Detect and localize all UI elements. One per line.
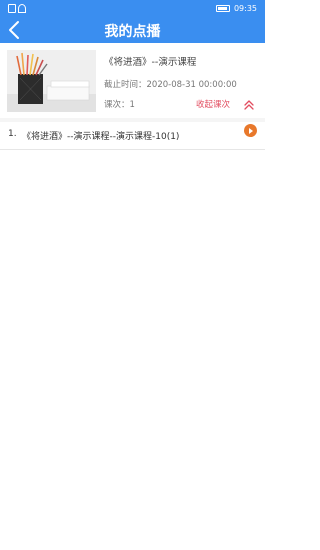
course-card[interactable]: 《将进酒》--演示课程 截止时间：2020-08-31 00:00:00 课次：… bbox=[0, 43, 265, 118]
lesson-title: 《将进酒》--演示课程--演示课程-10(1) bbox=[22, 132, 180, 142]
status-right: 09:35 bbox=[215, 4, 257, 13]
page-title: 我的点播 bbox=[104, 24, 161, 40]
lesson-count: 课次：1 bbox=[104, 100, 135, 110]
battery-icon bbox=[215, 5, 230, 12]
status-time: 09:35 bbox=[233, 4, 257, 13]
course-thumbnail bbox=[7, 50, 96, 112]
double-chevron-up-icon[interactable] bbox=[243, 96, 255, 110]
status-bar: 09:35 bbox=[0, 0, 265, 18]
play-icon[interactable] bbox=[244, 124, 257, 137]
wifi-icon bbox=[18, 4, 26, 13]
course-title: 《将进酒》--演示课程 bbox=[104, 57, 197, 68]
lesson-item[interactable]: 1. 《将进酒》--演示课程--演示课程-10(1) bbox=[0, 122, 265, 150]
lesson-divider bbox=[0, 149, 265, 150]
sim-icon bbox=[8, 4, 16, 13]
course-image bbox=[7, 50, 96, 112]
nav-bar: 我的点播 bbox=[0, 18, 265, 43]
status-icons bbox=[8, 4, 26, 13]
collapse-lessons-button[interactable]: 收起课次 bbox=[196, 98, 230, 110]
lesson-index: 1. bbox=[8, 129, 17, 139]
course-deadline: 截止时间：2020-08-31 00:00:00 bbox=[104, 80, 237, 90]
